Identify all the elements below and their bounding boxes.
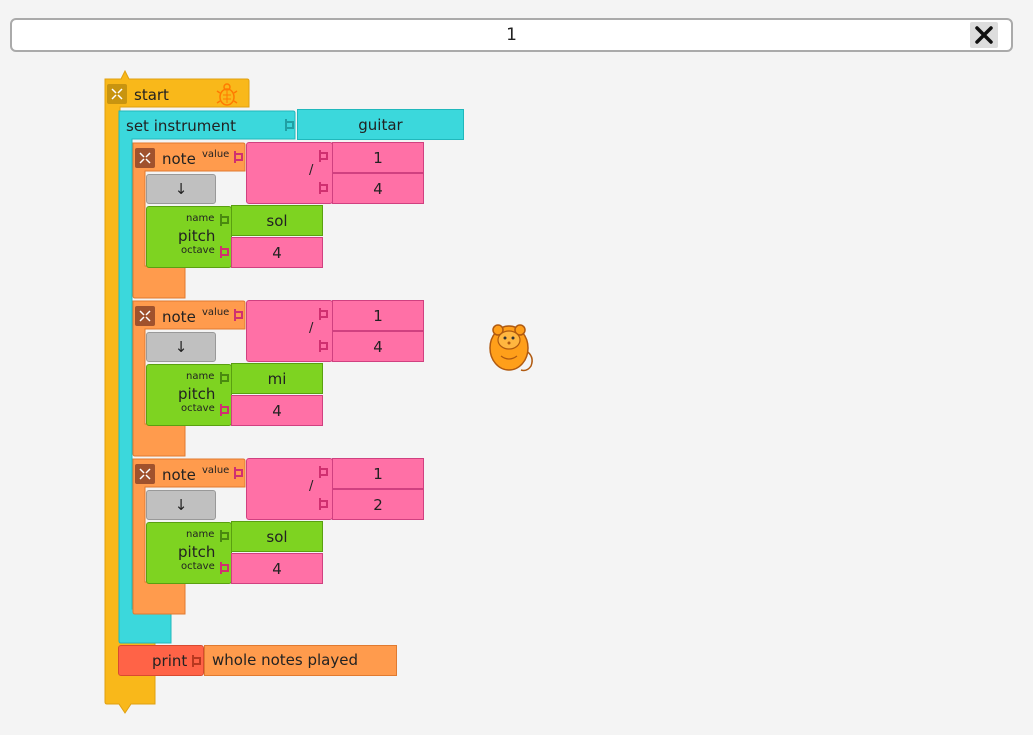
value-label: value bbox=[202, 149, 230, 160]
pitch-name-label: name bbox=[186, 371, 215, 382]
connector-icon bbox=[233, 465, 245, 479]
connector-icon bbox=[233, 149, 245, 163]
connector-icon bbox=[219, 560, 231, 574]
octave-value[interactable]: 4 bbox=[231, 395, 323, 426]
pitch-name-value[interactable]: sol bbox=[231, 205, 323, 236]
collapse-icon[interactable] bbox=[135, 464, 155, 484]
hidden-block[interactable]: ↓ bbox=[146, 332, 216, 362]
pitch-name-value[interactable]: mi bbox=[231, 363, 323, 394]
close-icon bbox=[975, 26, 993, 44]
numerator-value[interactable]: 1 bbox=[332, 300, 424, 331]
collapse-icon[interactable] bbox=[135, 148, 155, 168]
note-label: note bbox=[162, 308, 196, 326]
pitch-name-value[interactable]: sol bbox=[231, 521, 323, 552]
pitch-octave-label: octave bbox=[181, 403, 215, 414]
numerator-value[interactable]: 1 bbox=[332, 142, 424, 173]
connector-icon bbox=[219, 528, 231, 542]
connector-icon bbox=[318, 180, 330, 194]
print-value[interactable]: whole notes played bbox=[204, 645, 397, 676]
connector-icon bbox=[318, 464, 330, 478]
pitch-label: pitch bbox=[178, 385, 216, 403]
divide-symbol: / bbox=[309, 321, 314, 336]
connector-icon bbox=[219, 212, 231, 226]
connector-icon bbox=[283, 117, 297, 131]
mouse-turtle-icon[interactable] bbox=[487, 318, 537, 380]
pitch-label: pitch bbox=[178, 543, 216, 561]
denominator-value[interactable]: 4 bbox=[332, 331, 424, 362]
denominator-value[interactable]: 4 bbox=[332, 173, 424, 204]
value-label: value bbox=[202, 307, 230, 318]
octave-value[interactable]: 4 bbox=[231, 553, 323, 584]
pitch-octave-label: octave bbox=[181, 561, 215, 572]
connector-icon bbox=[318, 338, 330, 352]
hidden-block[interactable]: ↓ bbox=[146, 490, 216, 520]
octave-value[interactable]: 4 bbox=[231, 237, 323, 268]
connector-icon bbox=[219, 244, 231, 258]
collapse-icon[interactable] bbox=[107, 84, 127, 104]
connector-icon bbox=[190, 653, 204, 667]
connector-icon bbox=[318, 496, 330, 510]
hidden-block[interactable]: ↓ bbox=[146, 174, 216, 204]
close-button[interactable] bbox=[970, 22, 998, 48]
connector-icon bbox=[318, 306, 330, 320]
note-label: note bbox=[162, 466, 196, 484]
value-label: value bbox=[202, 465, 230, 476]
pitch-octave-label: octave bbox=[181, 245, 215, 256]
connector-icon bbox=[219, 370, 231, 384]
connector-icon bbox=[219, 402, 231, 416]
denominator-value[interactable]: 2 bbox=[332, 489, 424, 520]
search-bar[interactable]: 1 bbox=[10, 18, 1013, 52]
print-label: print bbox=[152, 652, 188, 670]
pitch-label: pitch bbox=[178, 227, 216, 245]
note-label: note bbox=[162, 150, 196, 168]
start-label: start bbox=[134, 86, 169, 104]
connector-icon bbox=[233, 307, 245, 321]
pitch-name-label: name bbox=[186, 529, 215, 540]
set-instrument-label: set instrument bbox=[126, 117, 236, 135]
numerator-value[interactable]: 1 bbox=[332, 458, 424, 489]
pitch-name-label: name bbox=[186, 213, 215, 224]
collapse-icon[interactable] bbox=[135, 306, 155, 326]
instrument-value[interactable]: guitar bbox=[297, 109, 464, 140]
search-input[interactable]: 1 bbox=[12, 20, 1011, 50]
divide-symbol: / bbox=[309, 163, 314, 178]
connector-icon bbox=[318, 148, 330, 162]
turtle-icon bbox=[216, 83, 238, 111]
divide-symbol: / bbox=[309, 479, 314, 494]
